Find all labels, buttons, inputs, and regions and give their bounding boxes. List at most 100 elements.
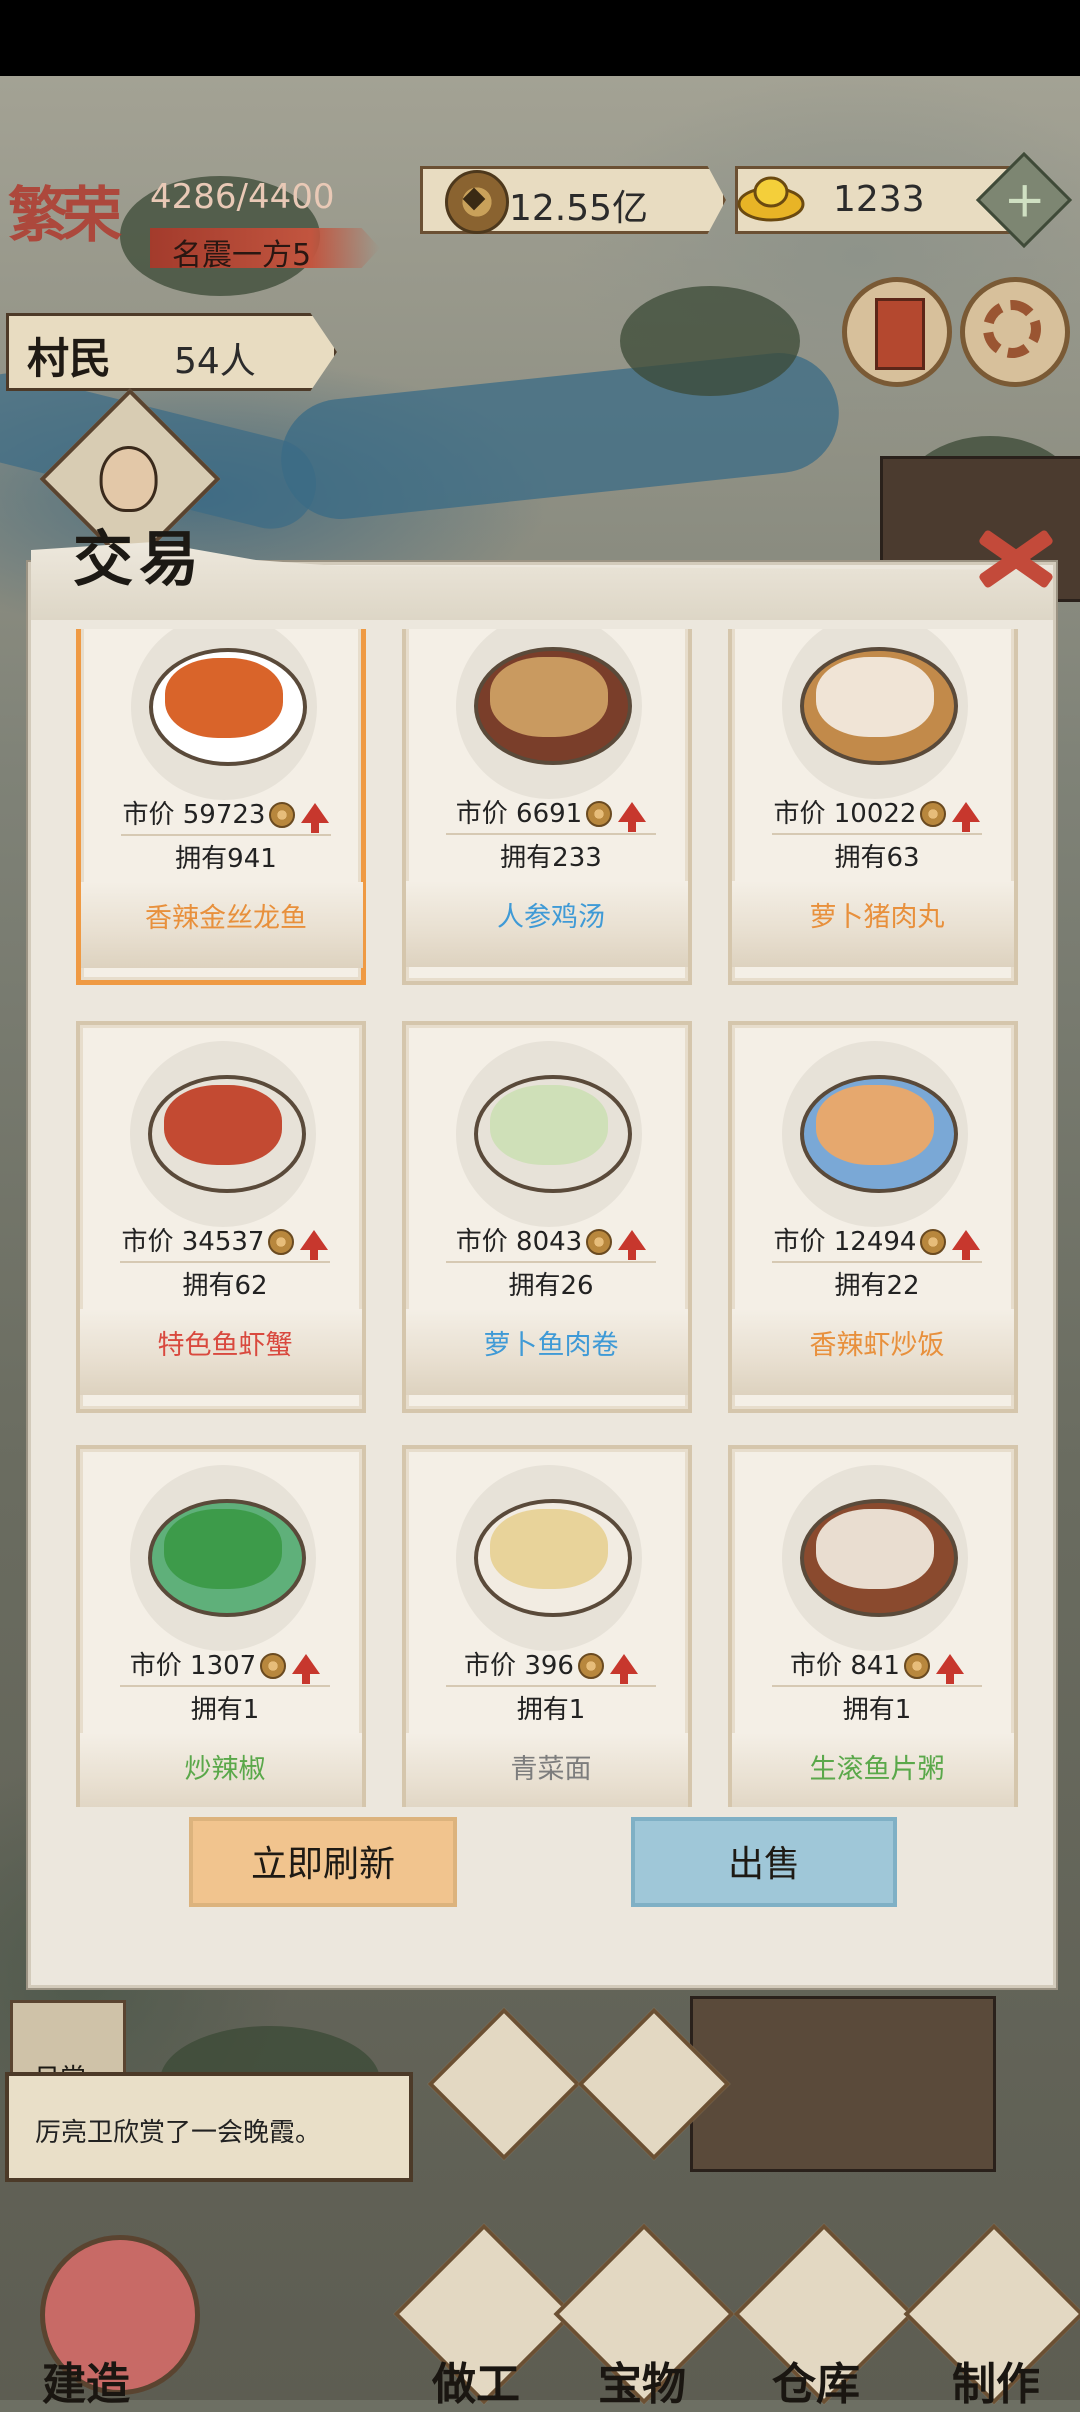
price-up-icon: [300, 1230, 329, 1260]
coin-icon: [586, 801, 613, 827]
price-up-icon: [952, 1230, 981, 1260]
goods-name: 特色鱼虾蟹: [157, 1330, 293, 1361]
dish-food: [816, 1085, 934, 1165]
edict-scroll-button[interactable]: [842, 277, 952, 387]
market-price-label: 市价: [122, 800, 183, 830]
goods-name: 香辣虾炒饭: [809, 1330, 945, 1361]
tree: [620, 286, 800, 396]
coin-icon: [920, 1229, 947, 1255]
gear-icon: [983, 300, 1041, 358]
event-log[interactable]: 厉亮卫欣赏了一会晚霞。: [5, 2072, 413, 2182]
market-price-label: 市价: [121, 1227, 182, 1257]
dish-image: [782, 1041, 968, 1227]
dish-image: [782, 629, 968, 799]
copper-coin-icon: [445, 170, 509, 234]
goods-card[interactable]: 市价 12494 拥有22 香辣虾炒饭: [728, 1021, 1018, 1413]
divider: [446, 833, 656, 835]
market-price: 市价 34537: [80, 1221, 370, 1260]
goods-name: 青菜面: [510, 1754, 592, 1785]
coin-icon: [268, 1229, 295, 1255]
owned-count: 拥有1: [842, 1695, 912, 1725]
goods-card[interactable]: 市价 59723 拥有941 香辣金丝龙鱼: [76, 629, 366, 985]
dish-image: [456, 1041, 642, 1227]
price-up-icon: [952, 802, 981, 832]
goods-name: 炒辣椒: [184, 1754, 266, 1785]
goods-name: 萝卜猪肉丸: [809, 902, 945, 933]
goods-card[interactable]: 市价 841 拥有1 生滚鱼片粥: [728, 1445, 1018, 1807]
market-price-label: 市价: [790, 1651, 851, 1681]
market-price: 市价 10022: [732, 793, 1022, 832]
coin-icon: [577, 1653, 604, 1679]
dish-food: [164, 1509, 282, 1589]
dish-food: [165, 658, 283, 738]
craft-label: 制作: [952, 2359, 1040, 2410]
goods-card[interactable]: 市价 10022 拥有63 萝卜猪肉丸: [728, 629, 1018, 985]
market-price-label: 市价: [129, 1651, 191, 1681]
market-price: 市价 12494: [732, 1221, 1022, 1260]
copper-value: 12.55亿: [509, 188, 649, 229]
market-price: 市价 59723: [81, 794, 371, 833]
villager-count: 54人: [174, 341, 256, 382]
goods-card[interactable]: 市价 396 拥有1 青菜面: [402, 1445, 692, 1807]
close-button[interactable]: [971, 513, 1061, 603]
goods-card[interactable]: 市价 1307 拥有1 炒辣椒: [76, 1445, 366, 1807]
market-price-value: 8043: [516, 1227, 583, 1257]
divider: [772, 833, 982, 835]
market-price-label: 市价: [455, 799, 517, 829]
avatar-face: [99, 446, 158, 512]
villager-panel[interactable]: 村民 54人: [6, 313, 337, 391]
goods-card[interactable]: 市价 34537 拥有62 特色鱼虾蟹: [76, 1021, 366, 1413]
sell-button[interactable]: 出售: [631, 1817, 897, 1907]
prosperity-progress: 4286/4400: [150, 177, 335, 217]
modal-header: 交易: [31, 525, 1053, 620]
owned-count: 拥有62: [182, 1271, 268, 1301]
market-price: 市价 8043: [406, 1221, 696, 1260]
goods-grid-viewport[interactable]: 市价 59723 拥有941 香辣金丝龙鱼 市价 6691 拥有233 人参鸡汤 市价 10…: [76, 629, 1056, 1807]
trade-modal: 交易 市价 59723 拥有941 香辣金丝龙鱼 市价 6691 拥有233 人参鸡汤 市价…: [28, 525, 1056, 1988]
modal-title: 交易: [73, 525, 205, 595]
refresh-now-button[interactable]: 立即刷新: [189, 1817, 457, 1907]
market-price-label: 市价: [773, 799, 834, 829]
event-log-text: 厉亮卫欣赏了一会晚霞。: [35, 2118, 322, 2148]
owned-count: 拥有1: [190, 1695, 260, 1725]
goods-card[interactable]: 市价 6691 拥有233 人参鸡汤: [402, 629, 692, 985]
market-price-value: 1307: [190, 1651, 257, 1681]
settings-button[interactable]: [960, 277, 1070, 387]
owned-count: 拥有26: [508, 1271, 594, 1301]
owned-count: 拥有1: [516, 1695, 586, 1725]
villager-label: 村民: [27, 334, 112, 383]
goods-name: 生滚鱼片粥: [809, 1754, 945, 1785]
dish-food: [490, 1509, 608, 1589]
coin-icon: [260, 1653, 287, 1679]
goods-name: 人参鸡汤: [497, 902, 605, 933]
coin-icon: [920, 801, 947, 827]
price-up-icon: [609, 1654, 638, 1684]
coin-icon: [269, 802, 296, 828]
market-price-label: 市价: [773, 1227, 834, 1257]
coin-icon: [586, 1229, 613, 1255]
warehouse-label: 仓库: [772, 2359, 860, 2410]
divider: [446, 1261, 656, 1263]
gold-ingot-icon: [737, 176, 805, 222]
goods-card[interactable]: 市价 8043 拥有26 萝卜鱼肉卷: [402, 1021, 692, 1413]
market-price-value: 841: [850, 1651, 900, 1681]
prosperity-panel[interactable]: 繁荣 4286/4400 名震一方5: [0, 165, 395, 275]
dish-food: [816, 657, 934, 737]
price-up-icon: [292, 1654, 321, 1684]
scroll-icon: [875, 298, 925, 370]
owned-count: 拥有233: [500, 843, 602, 873]
dish-food: [490, 1085, 608, 1165]
divider: [446, 1685, 656, 1687]
market-price-value: 10022: [833, 799, 917, 829]
dish-image: [131, 629, 317, 800]
divider: [772, 1261, 982, 1263]
goods-name: 萝卜鱼肉卷: [483, 1330, 619, 1361]
fame-title: 名震一方5: [172, 238, 312, 273]
prosperity-label: 繁荣: [8, 181, 122, 251]
price-up-icon: [935, 1654, 964, 1684]
coin-icon: [903, 1653, 930, 1679]
price-up-icon: [618, 802, 647, 832]
dish-image: [456, 629, 642, 799]
goods-name: 香辣金丝龙鱼: [145, 903, 307, 934]
divider: [772, 1685, 982, 1687]
